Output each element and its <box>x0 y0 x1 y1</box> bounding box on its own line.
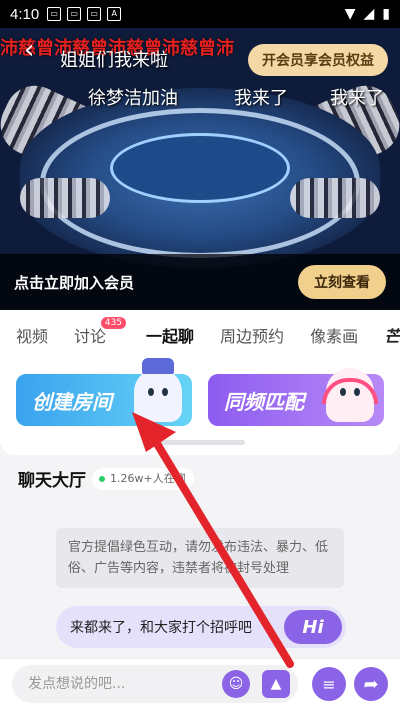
create-room-button[interactable]: 创建房间 <box>16 358 192 426</box>
community-notice: 官方提倡绿色互动，请勿发布违法、暴力、低俗、广告等内容，违禁者将被封号处理 <box>56 528 344 588</box>
greeting-prompt: 来都来了，和大家打个招呼吧 Hi <box>56 606 346 648</box>
battery-icon: ▮ <box>382 6 390 22</box>
online-dot-icon <box>99 476 105 482</box>
chat-hall-title: 聊天大厅 <box>18 471 86 491</box>
frequency-match-label: 同频匹配 <box>224 389 304 414</box>
join-member-text: 点击立即加入会员 <box>14 273 135 292</box>
feature-cards: 创建房间 同频匹配 <box>0 358 400 455</box>
scroll-indicator <box>155 440 245 445</box>
video-player[interactable]: 沛慈曾沛慈曾沛慈曾沛慈曾沛 ‹ 姐姐们我来啦 徐梦洁加油 我来了 我来了 开会员… <box>0 28 400 310</box>
app-root: 4:10 ▭ ▭ ▭ A ▼ ◢ ▮ 沛慈曾沛慈曾沛慈曾沛慈曾沛 ‹ 姐姐们我来… <box>0 0 400 710</box>
danmaku-line2a: 徐梦洁加油 <box>88 88 178 109</box>
discuss-count-badge: 435 <box>100 317 127 329</box>
tab-mango-recommend[interactable]: 芒推 <box>384 323 400 347</box>
danmaku-line1: 姐姐们我来啦 <box>60 50 168 71</box>
tv-icon-2: ▭ <box>87 7 102 21</box>
back-icon[interactable]: ‹ <box>24 37 44 63</box>
status-bar: 4:10 ▭ ▭ ▭ A ▼ ◢ ▮ <box>0 0 400 28</box>
vip-benefit-button[interactable]: 开会员享会员权益 <box>248 44 388 76</box>
ghost-hat-icon <box>134 358 182 422</box>
tab-video[interactable]: 视频 <box>16 323 48 347</box>
online-count-text: 1.26w+人在聊 <box>110 472 186 485</box>
view-now-button[interactable]: 立刻查看 <box>298 265 386 299</box>
share-icon[interactable]: ➦ <box>354 667 388 701</box>
join-member-bar: 点击立即加入会员 立刻查看 <box>0 254 400 310</box>
cell-signal-icon: ◢ <box>363 6 375 22</box>
signal-app-icon: ▭ <box>47 7 62 21</box>
tab-chat-together[interactable]: 一起聊 <box>146 323 194 347</box>
emoji-icon[interactable]: ☺ <box>222 670 250 698</box>
tv-icon: ▭ <box>67 7 82 21</box>
greeting-text: 来都来了，和大家打个招呼吧 <box>70 620 252 636</box>
say-hi-button[interactable]: Hi <box>284 610 342 644</box>
tab-merch-reserve[interactable]: 周边预约 <box>220 323 284 347</box>
stage-center <box>110 133 290 203</box>
online-count-badge: 1.26w+人在聊 <box>92 468 194 490</box>
content-tabs: 视频 讨论 435 一起聊 周边预约 像素画 芒推 <box>0 310 400 360</box>
danmaku-line2c: 我来了 <box>330 88 384 109</box>
message-icon[interactable]: ≡ <box>312 667 346 701</box>
tab-discuss-label: 讨论 <box>74 327 107 346</box>
comment-input[interactable]: 发点想说的吧... <box>12 665 298 703</box>
status-time: 4:10 <box>10 5 40 23</box>
image-icon[interactable]: ▲ <box>262 670 290 698</box>
wifi-icon: ▼ <box>344 6 356 22</box>
create-room-label: 创建房间 <box>32 389 112 414</box>
tab-pixel-art[interactable]: 像素画 <box>310 323 358 347</box>
comment-input-bar: 发点想说的吧... ☺ ▲ ≡ ➦ <box>0 658 400 710</box>
danmaku-line2b: 我来了 <box>234 88 288 109</box>
a-icon: A <box>107 7 122 21</box>
audience-front-right <box>290 178 380 218</box>
frequency-match-button[interactable]: 同频匹配 <box>208 368 384 426</box>
audience-front-left <box>20 178 110 218</box>
ghost-headphones-icon <box>322 368 378 422</box>
tab-discuss[interactable]: 讨论 435 <box>74 317 127 347</box>
